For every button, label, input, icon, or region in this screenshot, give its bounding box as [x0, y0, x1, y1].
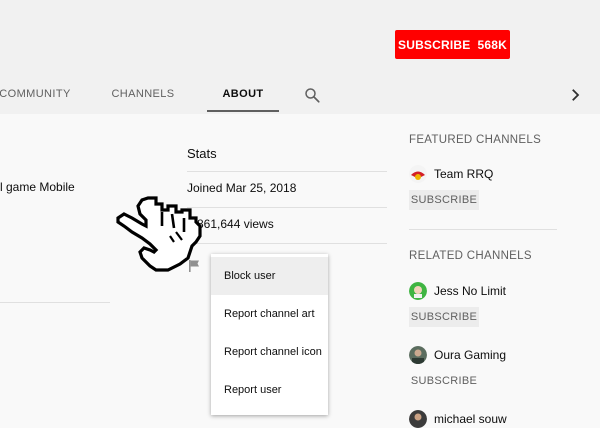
channel-avatar [409, 410, 427, 428]
tab-label: CHANNELS [111, 88, 175, 100]
menu-item-label: Report user [224, 384, 282, 396]
tab-community[interactable]: COMMUNITY [0, 80, 70, 112]
channel-actions-menu: Block user Report channel art Report cha… [211, 254, 328, 415]
menu-item-label: Report channel icon [224, 346, 322, 358]
channel-description: l game Mobile [0, 180, 75, 194]
related-subscribe-button[interactable]: SUBSCRIBE [409, 307, 479, 327]
related-channels-heading: RELATED CHANNELS [409, 250, 532, 262]
description-divider [0, 302, 110, 303]
chevron-right-icon[interactable] [566, 86, 584, 104]
channel-name: Team RRQ [434, 167, 494, 181]
related-subscribe-button[interactable]: SUBSCRIBE [409, 371, 479, 391]
menu-item-block-user[interactable]: Block user [211, 257, 328, 295]
tab-label: COMMUNITY [0, 88, 71, 100]
featured-channel-team-rrq[interactable]: Team RRQ [409, 165, 493, 183]
subscribe-label: SUBSCRIBE [410, 375, 478, 387]
channel-name: Jess No Limit [434, 284, 507, 298]
menu-item-label: Report channel art [224, 308, 315, 320]
channel-header [0, 0, 600, 114]
stats-divider [187, 171, 387, 172]
stats-divider [187, 243, 387, 244]
subscribe-label: SUBSCRIBE [398, 37, 471, 52]
related-channel-jess-no-limit[interactable]: Jess No Limit [409, 282, 506, 300]
view-count: 0,861,644 views [187, 217, 274, 231]
subscribe-label: SUBSCRIBE [410, 194, 478, 206]
tab-label: ABOUT [222, 88, 264, 100]
stats-title: Stats [187, 146, 217, 161]
featured-channels-heading: FEATURED CHANNELS [409, 134, 542, 146]
menu-item-report-channel-art[interactable]: Report channel art [211, 295, 328, 333]
sidebar-divider [409, 229, 557, 230]
channel-avatar [409, 346, 427, 364]
related-channel-oura-gaming[interactable]: Oura Gaming [409, 346, 506, 364]
menu-item-report-user[interactable]: Report user [211, 371, 328, 409]
channel-name: Oura Gaming [434, 348, 507, 362]
subscribe-label: SUBSCRIBE [410, 311, 478, 323]
flag-icon[interactable] [188, 259, 202, 273]
joined-date: Joined Mar 25, 2018 [187, 181, 297, 195]
channel-avatar [409, 165, 427, 183]
menu-item-label: Block user [224, 270, 276, 282]
related-channel-michael-souw[interactable]: michael souw [409, 410, 507, 428]
tab-about[interactable]: ABOUT [207, 80, 279, 112]
subscriber-count: 568K [477, 37, 507, 52]
featured-subscribe-button[interactable]: SUBSCRIBE [409, 190, 479, 210]
stats-divider [187, 207, 387, 208]
menu-item-report-channel-icon[interactable]: Report channel icon [211, 333, 328, 371]
search-icon[interactable] [303, 86, 321, 104]
tab-channels[interactable]: CHANNELS [106, 80, 180, 112]
subscribe-button[interactable]: SUBSCRIBE 568K [395, 30, 510, 59]
channel-avatar [409, 282, 427, 300]
